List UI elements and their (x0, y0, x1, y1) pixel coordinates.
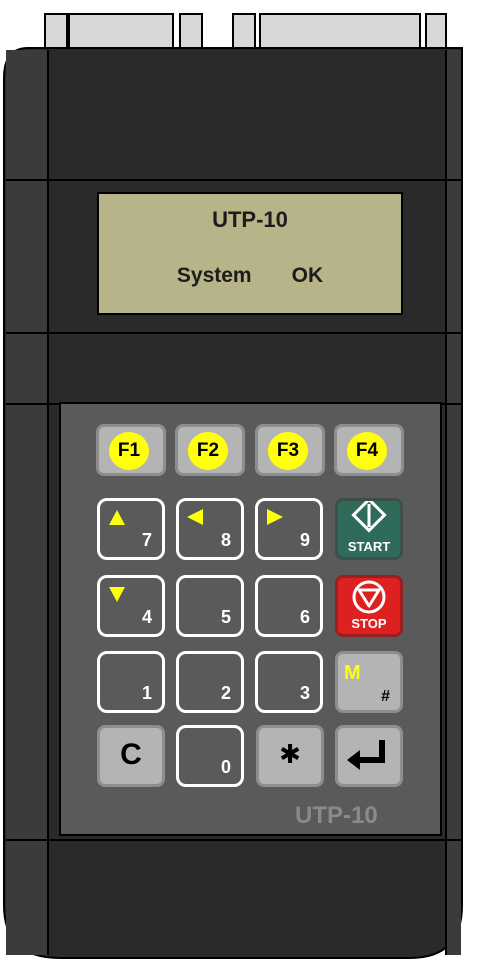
key-3[interactable]: 3 (255, 651, 323, 713)
connector-right (259, 13, 421, 50)
stop-label: STOP (351, 616, 387, 631)
star-key[interactable]: ✱ (256, 725, 324, 787)
connector-right-inner (232, 13, 256, 50)
right-arrow-icon (267, 509, 283, 525)
connector-right-outer (425, 13, 447, 50)
clear-key[interactable]: C (97, 725, 165, 787)
connector-left (68, 13, 174, 50)
f1-key[interactable]: F1 (96, 424, 166, 476)
enter-key[interactable]: ↵ (335, 725, 403, 787)
key-0[interactable]: 0 (176, 725, 244, 787)
key-8-label: 8 (220, 530, 231, 550)
device-body (3, 13, 463, 959)
mode-hash-key[interactable]: M # (335, 651, 403, 713)
clear-key-label: C (120, 738, 142, 771)
start-button[interactable]: START (335, 498, 403, 560)
key-8[interactable]: 8 (176, 498, 244, 560)
hash-key-symbol: # (381, 688, 390, 705)
key-1[interactable]: 1 (97, 651, 165, 713)
left-arrow-icon (187, 509, 203, 525)
f4-key-label: F4 (355, 440, 379, 461)
lcd-status-label: System (176, 264, 252, 287)
brand-label: UTP-10 (295, 802, 378, 829)
key-9-label: 9 (299, 530, 310, 550)
key-5-label: 5 (220, 607, 231, 627)
key-5[interactable]: 5 (176, 575, 244, 637)
lcd-line-2: System OK (98, 264, 402, 288)
key-2-label: 2 (220, 683, 231, 703)
mode-key-letter: M (344, 662, 361, 684)
f2-key[interactable]: F2 (175, 424, 245, 476)
lcd-line-1: UTP-10 (212, 207, 288, 232)
f3-key[interactable]: F3 (255, 424, 325, 476)
enter-icon (347, 740, 385, 770)
key-7[interactable]: 7 (97, 498, 165, 560)
key-4-label: 4 (141, 607, 152, 627)
key-0-label: 0 (220, 757, 231, 777)
start-label: START (347, 539, 391, 554)
key-9[interactable]: 9 (255, 498, 323, 560)
connector-left-outer (44, 13, 68, 50)
f2-key-label: F2 (196, 440, 220, 461)
stop-button[interactable]: STOP (335, 575, 403, 637)
up-arrow-icon (109, 510, 125, 525)
f4-key[interactable]: F4 (334, 424, 404, 476)
key-7-label: 7 (141, 530, 152, 550)
key-6[interactable]: 6 (255, 575, 323, 637)
star-icon: ✱ (279, 740, 301, 770)
key-2[interactable]: 2 (176, 651, 244, 713)
f3-key-label: F3 (276, 440, 300, 461)
key-3-label: 3 (299, 683, 310, 703)
connector-left-inner (179, 13, 203, 50)
key-1-label: 1 (141, 683, 152, 703)
down-arrow-icon (109, 587, 125, 602)
f1-key-label: F1 (117, 440, 141, 461)
key-4[interactable]: 4 (97, 575, 165, 637)
lcd-status-value: OK (291, 264, 324, 287)
key-6-label: 6 (299, 607, 310, 627)
